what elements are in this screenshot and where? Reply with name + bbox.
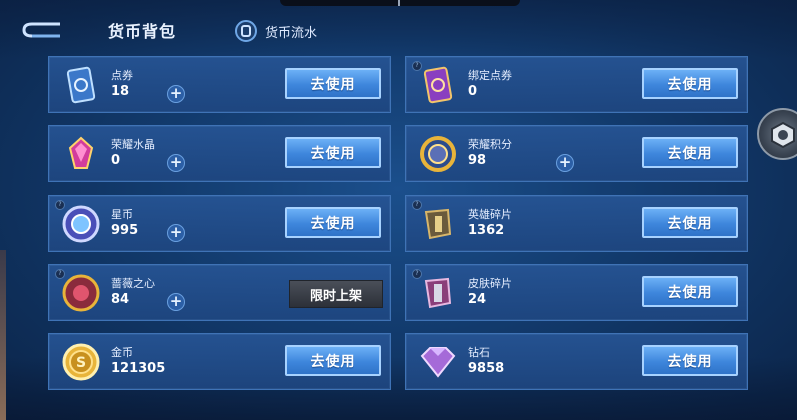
svg-text:S: S bbox=[76, 355, 86, 371]
use-button[interactable]: 去使用 bbox=[642, 276, 738, 307]
use-button[interactable]: 去使用 bbox=[642, 68, 738, 99]
use-button[interactable]: 去使用 bbox=[285, 345, 381, 376]
currency-card: 钻石 9858 去使用 bbox=[405, 333, 748, 390]
bound-voucher-card-icon bbox=[418, 65, 458, 105]
currency-amount: 9858 bbox=[468, 361, 505, 376]
gold-coin-icon: S bbox=[61, 342, 101, 382]
currency-card: 荣耀积分 98 + 去使用 bbox=[405, 125, 748, 182]
currency-name: 英雄碎片 bbox=[468, 208, 512, 221]
currency-amount: 0 bbox=[468, 84, 478, 99]
add-currency-button[interactable]: + bbox=[167, 224, 185, 242]
currency-name: 荣耀积分 bbox=[468, 138, 512, 151]
currency-card: 荣耀水晶 0 + 去使用 bbox=[48, 125, 391, 182]
glory-points-icon bbox=[418, 134, 458, 174]
left-edge-artwork bbox=[0, 250, 6, 420]
use-button[interactable]: 去使用 bbox=[642, 345, 738, 376]
use-button[interactable]: 去使用 bbox=[285, 68, 381, 99]
coin-ledger-icon bbox=[235, 20, 257, 42]
use-button[interactable]: 去使用 bbox=[642, 137, 738, 168]
currency-name: 金币 bbox=[111, 346, 133, 359]
hexagon-nut-icon bbox=[771, 121, 795, 149]
rose-heart-icon bbox=[61, 273, 101, 313]
star-coin-icon bbox=[61, 204, 101, 244]
page-title: 货币背包 bbox=[108, 22, 177, 41]
currency-amount: 0 bbox=[111, 153, 121, 168]
add-currency-button[interactable]: + bbox=[167, 154, 185, 172]
currency-amount: 24 bbox=[468, 292, 487, 307]
currency-card: ? 英雄碎片 1362 去使用 bbox=[405, 195, 748, 252]
add-currency-button[interactable]: + bbox=[556, 154, 574, 172]
voucher-card-icon bbox=[61, 65, 101, 105]
currency-card: ? 绑定点券 0 去使用 bbox=[405, 56, 748, 113]
add-currency-button[interactable]: + bbox=[167, 85, 185, 103]
hero-fragment-icon bbox=[418, 204, 458, 244]
diamond-icon bbox=[418, 342, 458, 382]
currency-card: 点券 18 + 去使用 bbox=[48, 56, 391, 113]
currency-name: 钻石 bbox=[468, 346, 490, 359]
currency-card: ? 皮肤碎片 24 去使用 bbox=[405, 264, 748, 321]
currency-name: 星币 bbox=[111, 208, 133, 221]
currency-amount: 84 bbox=[111, 292, 130, 307]
currency-name: 蔷薇之心 bbox=[111, 277, 155, 290]
screen-notch bbox=[280, 0, 520, 6]
currency-amount: 18 bbox=[111, 84, 130, 99]
currency-amount: 1362 bbox=[468, 223, 505, 238]
glory-crystal-icon bbox=[61, 134, 101, 174]
currency-name: 点券 bbox=[111, 69, 133, 82]
currency-card: ? 蔷薇之心 84 + 限时上架 bbox=[48, 264, 391, 321]
currency-flow-label: 货币流水 bbox=[265, 25, 318, 41]
back-button[interactable] bbox=[20, 18, 64, 42]
currency-card: S 金币 121305 去使用 bbox=[48, 333, 391, 390]
side-settings-button[interactable] bbox=[757, 108, 797, 160]
currency-flow-link[interactable]: 货币流水 bbox=[235, 18, 317, 44]
limited-time-badge: 限时上架 bbox=[289, 280, 383, 308]
back-arrow-icon bbox=[22, 22, 60, 38]
use-button[interactable]: 去使用 bbox=[642, 207, 738, 238]
currency-amount: 995 bbox=[111, 223, 139, 238]
use-button[interactable]: 去使用 bbox=[285, 207, 381, 238]
currency-name: 绑定点券 bbox=[468, 69, 512, 82]
currency-name: 皮肤碎片 bbox=[468, 277, 512, 290]
add-currency-button[interactable]: + bbox=[167, 293, 185, 311]
currency-amount: 98 bbox=[468, 153, 487, 168]
skin-fragment-icon bbox=[418, 273, 458, 313]
currency-amount: 121305 bbox=[111, 361, 166, 376]
currency-card: ? 星币 995 + 去使用 bbox=[48, 195, 391, 252]
use-button[interactable]: 去使用 bbox=[285, 137, 381, 168]
currency-name: 荣耀水晶 bbox=[111, 138, 155, 151]
